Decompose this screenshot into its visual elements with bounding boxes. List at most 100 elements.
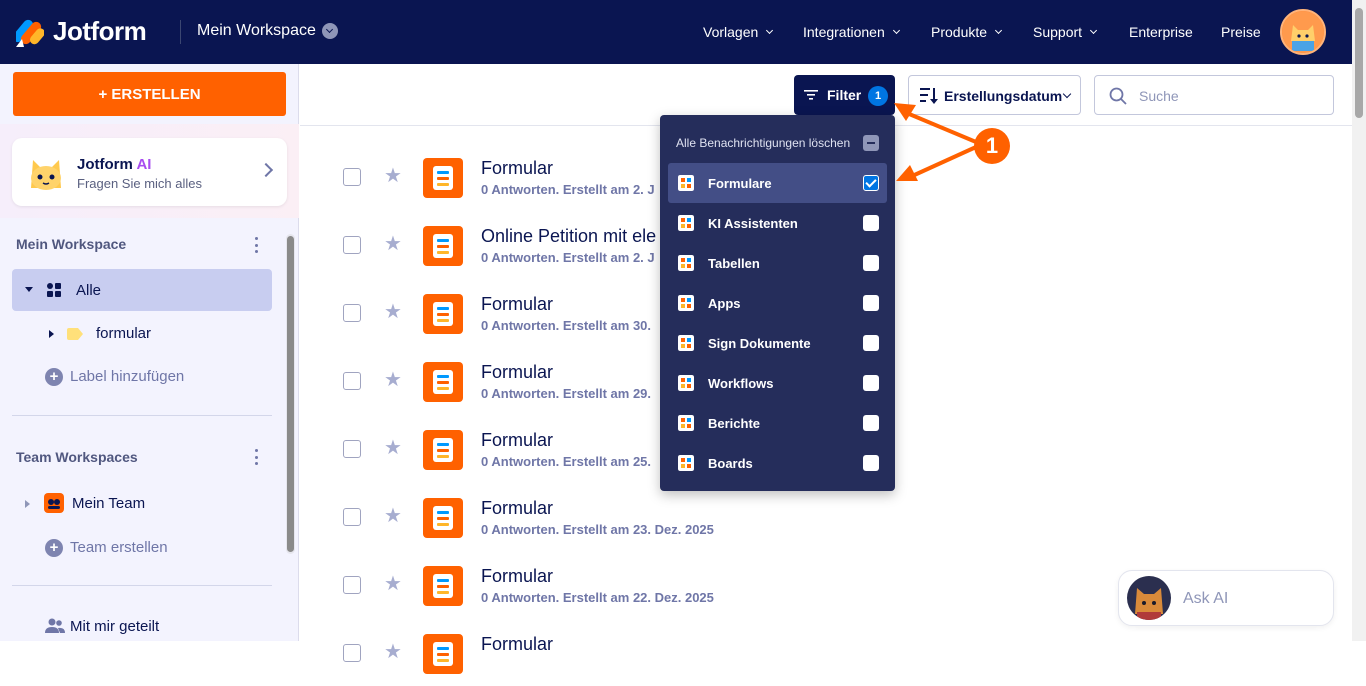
filter-option-checkbox[interactable] [863,375,879,391]
add-label-text: Label hinzufügen [70,368,185,385]
divider [12,415,272,416]
scrollbar-thumb[interactable] [287,236,294,552]
chevron-down-icon [892,26,900,34]
filter-label: Filter [827,87,862,103]
chevron-down-icon [1090,26,1098,34]
filter-option[interactable]: Tabellen [668,243,887,283]
caret-right-icon[interactable] [25,500,30,508]
star-icon[interactable]: ★ [384,642,402,662]
sidebar-scrollbar[interactable] [286,234,295,554]
row-checkbox[interactable] [343,168,361,186]
nav-enterprise[interactable]: Enterprise [1129,24,1193,40]
plus-icon: + [45,368,63,386]
annotation-callout-badge: 1 [974,128,1010,164]
filter-option-checkbox[interactable] [863,415,879,431]
form-list-item[interactable]: ★ Formular 0 Antworten. Erstellt am 23. De… [300,482,1352,550]
row-checkbox[interactable] [343,372,361,390]
page-scrollbar[interactable] [1352,0,1366,641]
sign-icon [678,335,694,351]
top-navbar: Jotform Mein Workspace Vorlagen Integrat… [0,0,1352,64]
form-title[interactable]: Formular [481,498,553,519]
ai-title-main: Jotform [77,156,133,173]
filter-option[interactable]: Formulare [668,163,887,203]
form-title[interactable]: Formular [481,634,553,655]
scrollbar-thumb[interactable] [1355,8,1363,118]
ai-title-accent: AI [136,156,152,173]
sidebar-item-all[interactable]: Alle [12,269,272,311]
filter-menu: Alle Benachrichtigungen löschen Formular… [660,115,895,491]
star-icon[interactable]: ★ [384,506,402,526]
more-options-icon[interactable] [254,449,258,465]
caret-down-icon[interactable] [25,287,33,292]
search-placeholder: Suche [1139,88,1179,104]
nav-vorlagen[interactable]: Vorlagen [703,24,774,40]
more-options-icon[interactable] [254,237,258,253]
grid-icon [47,283,61,297]
form-title[interactable]: Formular [481,566,553,587]
filter-option[interactable]: Apps [668,283,887,323]
form-subtitle: 0 Antworten. Erstellt am 2. J [481,250,655,265]
star-icon[interactable]: ★ [384,302,402,322]
ai-cat-avatar [1127,576,1171,620]
nav-label: Integrationen [803,24,885,40]
row-checkbox[interactable] [343,440,361,458]
form-list-item[interactable]: ★ Formular [300,618,1352,686]
workspace-switcher[interactable]: Mein Workspace [197,22,338,40]
my-workspace-heading: Mein Workspace [16,236,127,252]
nav-label: Vorlagen [703,24,759,40]
form-title[interactable]: Formular [481,294,553,315]
form-icon [423,498,463,538]
row-checkbox[interactable] [343,304,361,322]
jotform-logo[interactable]: Jotform [16,16,147,47]
nav-preise[interactable]: Preise [1221,24,1261,40]
filter-option[interactable]: KI Assistenten [668,203,887,243]
filter-option-checkbox[interactable] [863,215,879,231]
search-input[interactable]: Suche [1094,75,1334,115]
caret-right-icon[interactable] [49,330,54,338]
row-checkbox[interactable] [343,508,361,526]
row-checkbox[interactable] [343,576,361,594]
form-icon [423,430,463,470]
star-icon[interactable]: ★ [384,574,402,594]
filter-option-checkbox[interactable] [863,175,879,191]
filter-option[interactable]: Boards [668,443,887,483]
star-icon[interactable]: ★ [384,438,402,458]
filter-option[interactable]: Berichte [668,403,887,443]
ask-ai-button[interactable]: Ask AI [1118,570,1334,626]
form-title[interactable]: Formular [481,158,553,179]
filter-option-checkbox[interactable] [863,295,879,311]
row-checkbox[interactable] [343,644,361,662]
ai-cat-icon [31,160,61,190]
star-icon[interactable]: ★ [384,234,402,254]
form-subtitle: 0 Antworten. Erstellt am 29. [481,386,652,401]
star-icon[interactable]: ★ [384,166,402,186]
form-title[interactable]: Formular [481,362,553,383]
row-checkbox[interactable] [343,236,361,254]
nav-support[interactable]: Support [1033,24,1098,40]
plus-icon: + [45,539,63,557]
search-icon [1109,87,1127,105]
form-icon [423,362,463,402]
filter-option-checkbox[interactable] [863,335,879,351]
form-title[interactable]: Formular [481,430,553,451]
filter-option-checkbox[interactable] [863,455,879,471]
star-icon[interactable]: ★ [384,370,402,390]
create-button[interactable]: + ERSTELLEN [13,72,286,116]
filter-option-label: Formulare [708,176,772,191]
jotform-ai-card[interactable]: Jotform AI Fragen Sie mich alles [12,138,287,206]
filter-option[interactable]: Sign Dokumente [668,323,887,363]
nav-produkte[interactable]: Produkte [931,24,1003,40]
filter-option-label: Apps [708,296,741,311]
clear-all-checkbox[interactable] [863,135,879,151]
chevron-down-icon [995,26,1003,34]
nav-label: Produkte [931,24,988,40]
clear-filters-link[interactable]: Alle Benachrichtigungen löschen [676,136,850,150]
form-title[interactable]: Online Petition mit ele [481,226,656,247]
nav-integrationen[interactable]: Integrationen [803,24,900,40]
user-avatar[interactable] [1280,9,1326,55]
filter-option[interactable]: Workflows [668,363,887,403]
forms-icon [678,175,694,191]
users-icon [45,618,65,633]
filter-option-label: KI Assistenten [708,216,798,231]
filter-option-checkbox[interactable] [863,255,879,271]
